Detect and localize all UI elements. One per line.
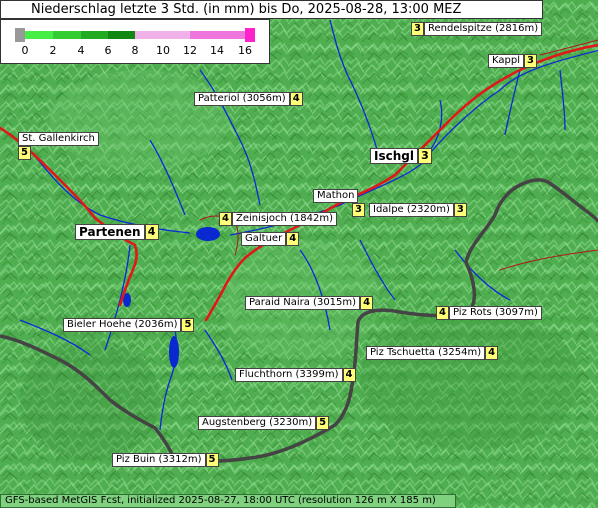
precip-value: 4 (342, 368, 356, 382)
place-name: Patteriol (3056m) (194, 92, 290, 106)
precip-value: 3 (352, 203, 365, 217)
place-name: Paraid Naira (3015m) (245, 296, 361, 310)
legend-tick: 16 (238, 44, 252, 57)
legend-tick: 2 (49, 44, 57, 57)
precip-value: 3 (417, 148, 432, 164)
place-zeinisjoch[interactable]: 4 Zeinisjoch (1842m) (219, 212, 338, 226)
legend-tick: 10 (156, 44, 170, 57)
legend-band-2-4 (53, 31, 81, 39)
precip-value: 4 (436, 306, 449, 320)
place-mathon-value: 3 (352, 203, 365, 217)
place-partenen[interactable]: Partenen 4 (75, 224, 159, 240)
precip-value: 5 (205, 453, 219, 467)
precip-value: 4 (144, 224, 159, 240)
precip-value: 5 (181, 318, 195, 332)
place-name: Fluchthorn (3399m) (235, 368, 343, 382)
legend-color-bar (15, 28, 255, 42)
legend-tick: 8 (131, 44, 139, 57)
place-bieler-hoehe[interactable]: Bieler Hoehe (2036m) 5 (63, 318, 195, 332)
place-name: Idalpe (2320m) (369, 203, 454, 217)
place-st-gallenkirch[interactable]: St. Gallenkirch 5 (18, 132, 99, 162)
place-name: Rendelspitze (2816m) (424, 22, 543, 36)
place-rendelspitze[interactable]: 3 Rendelspitze (2816m) (411, 22, 543, 36)
legend-tick: 12 (183, 44, 197, 57)
place-name: Mathon (313, 189, 359, 203)
place-name: Augstenberg (3230m) (198, 416, 317, 430)
precip-value: 3 (411, 22, 424, 36)
legend-band-6-8 (108, 31, 135, 39)
precipitation-map: Niederschlag letzte 3 Std. (in mm) bis D… (0, 0, 598, 508)
place-patteriol[interactable]: Patteriol (3056m) 4 (194, 92, 303, 106)
legend-tick: 4 (77, 44, 85, 57)
place-idalpe[interactable]: Idalpe (2320m) 3 (369, 203, 467, 217)
map-title: Niederschlag letzte 3 Std. (in mm) bis D… (0, 0, 543, 19)
place-ischgl[interactable]: Ischgl 3 (370, 148, 432, 164)
place-name: Zeinisjoch (1842m) (232, 212, 338, 226)
place-piz-buin[interactable]: Piz Buin (3312m) 5 (112, 453, 219, 467)
place-galtuer[interactable]: Galtuer 4 (241, 232, 300, 246)
legend-band-zero (15, 28, 25, 42)
precip-value: 4 (485, 346, 499, 360)
legend-tick: 6 (104, 44, 112, 57)
place-piz-rots[interactable]: 4 Piz Rots (3097m) (436, 306, 542, 320)
legend-band-max (245, 28, 255, 42)
precip-value: 4 (219, 212, 232, 226)
place-name: Piz Buin (3312m) (112, 453, 206, 467)
place-piz-tschuetta[interactable]: Piz Tschuetta (3254m) 4 (366, 346, 499, 360)
place-name: Partenen (75, 224, 145, 240)
place-kappl[interactable]: Kappl 3 (488, 54, 537, 68)
precip-value: 5 (316, 416, 330, 430)
place-name: Bieler Hoehe (2036m) (63, 318, 182, 332)
place-mathon[interactable]: Mathon (313, 189, 359, 203)
legend-tick: 14 (210, 44, 224, 57)
precip-value: 3 (453, 203, 467, 217)
legend-band-8-12 (135, 31, 190, 39)
place-augstenberg[interactable]: Augstenberg (3230m) 5 (198, 416, 330, 430)
precipitation-legend: 0 2 4 6 8 10 12 14 16 (0, 19, 270, 64)
precip-value: 3 (523, 54, 537, 68)
precip-value: 5 (18, 146, 31, 160)
place-paraid-naira[interactable]: Paraid Naira (3015m) 4 (245, 296, 374, 310)
precip-value: 4 (289, 92, 303, 106)
borders-layer (0, 178, 598, 464)
legend-tick: 0 (21, 44, 29, 57)
place-name: St. Gallenkirch (18, 132, 99, 146)
precip-value: 4 (360, 296, 374, 310)
place-name: Galtuer (241, 232, 287, 246)
place-name: Piz Tschuetta (3254m) (366, 346, 486, 360)
place-name: Kappl (488, 54, 524, 68)
place-fluchthorn[interactable]: Fluchthorn (3399m) 4 (235, 368, 356, 382)
place-name: Piz Rots (3097m) (449, 306, 542, 320)
legend-band-12-16 (190, 31, 245, 39)
forecast-footer: GFS-based MetGIS Fcst, initialized 2025-… (0, 494, 456, 508)
legend-band-0-2 (25, 31, 53, 39)
place-name: Ischgl (370, 148, 418, 164)
legend-band-4-6 (81, 31, 108, 39)
precip-value: 4 (286, 232, 300, 246)
